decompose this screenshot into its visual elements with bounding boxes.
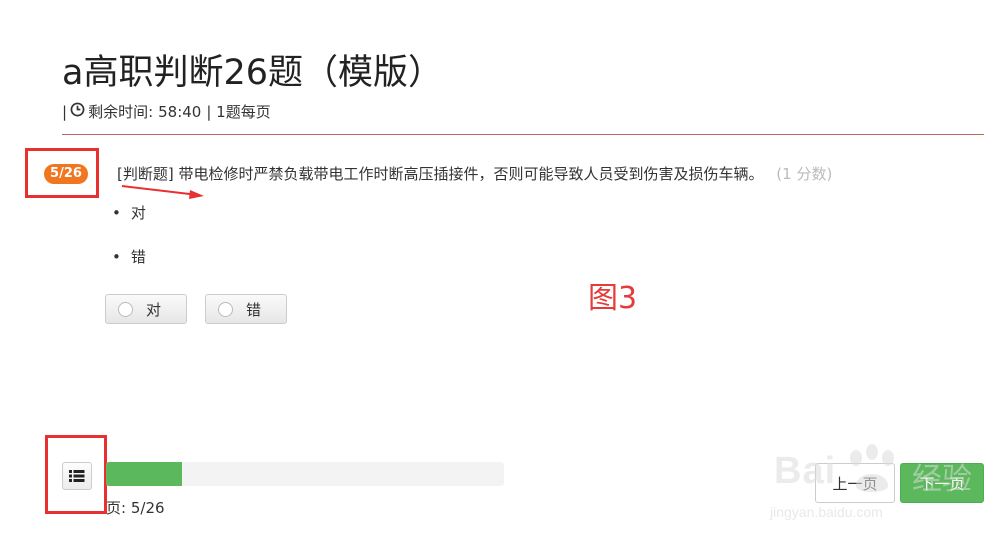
radio-icon: [218, 301, 233, 317]
answer-false-button[interactable]: 错: [205, 294, 287, 324]
prev-page-button[interactable]: 上一页: [815, 463, 895, 503]
watermark-url: jingyan.baidu.com: [770, 504, 883, 520]
answer-true-button[interactable]: 对: [105, 294, 187, 324]
bullet-icon: •: [112, 204, 121, 222]
figure-label: 图3: [588, 281, 638, 316]
exam-meta: | 剩余时间: 58:40 | 1题每页: [62, 101, 271, 122]
page-indicator: 页: 5/26: [106, 497, 165, 518]
question-text: [判断题] 带电检修时严禁负载带电工作时断高压插接件，否则可能导致人员受到伤害及…: [117, 163, 832, 184]
page-title: a高职判断26题（模版）: [62, 53, 443, 93]
question-list-button[interactable]: [62, 462, 92, 490]
option-item: • 错: [112, 246, 146, 267]
page-value: 5/26: [130, 499, 165, 517]
header-divider: [62, 134, 984, 135]
radio-icon: [118, 301, 133, 317]
remaining-time-label: 剩余时间:: [88, 103, 154, 121]
question-score: (1 分数): [776, 165, 833, 183]
progress-fill: [106, 462, 182, 486]
per-page-info: | 1题每页: [206, 103, 271, 121]
option-label: 错: [130, 248, 146, 266]
clock-icon: [70, 102, 85, 121]
progress-bar: [106, 462, 504, 486]
answer-label: 对: [146, 300, 162, 319]
answer-label: 错: [246, 300, 262, 319]
list-icon: [69, 470, 85, 482]
remaining-time-value: 58:40: [158, 102, 202, 121]
page-label: 页:: [106, 499, 127, 517]
question-number-badge: 5/26: [44, 164, 88, 184]
next-page-button[interactable]: 下一页: [900, 463, 984, 503]
option-label: 对: [130, 204, 146, 222]
annotation-arrow-icon: [121, 185, 204, 199]
question-body: 带电检修时严禁负载带电工作时断高压插接件，否则可能导致人员受到伤害及损伤车辆。: [178, 165, 764, 183]
question-type-label: [判断题]: [117, 165, 174, 183]
bullet-icon: •: [112, 248, 121, 266]
meta-separator: |: [62, 102, 68, 121]
option-item: • 对: [112, 202, 146, 223]
